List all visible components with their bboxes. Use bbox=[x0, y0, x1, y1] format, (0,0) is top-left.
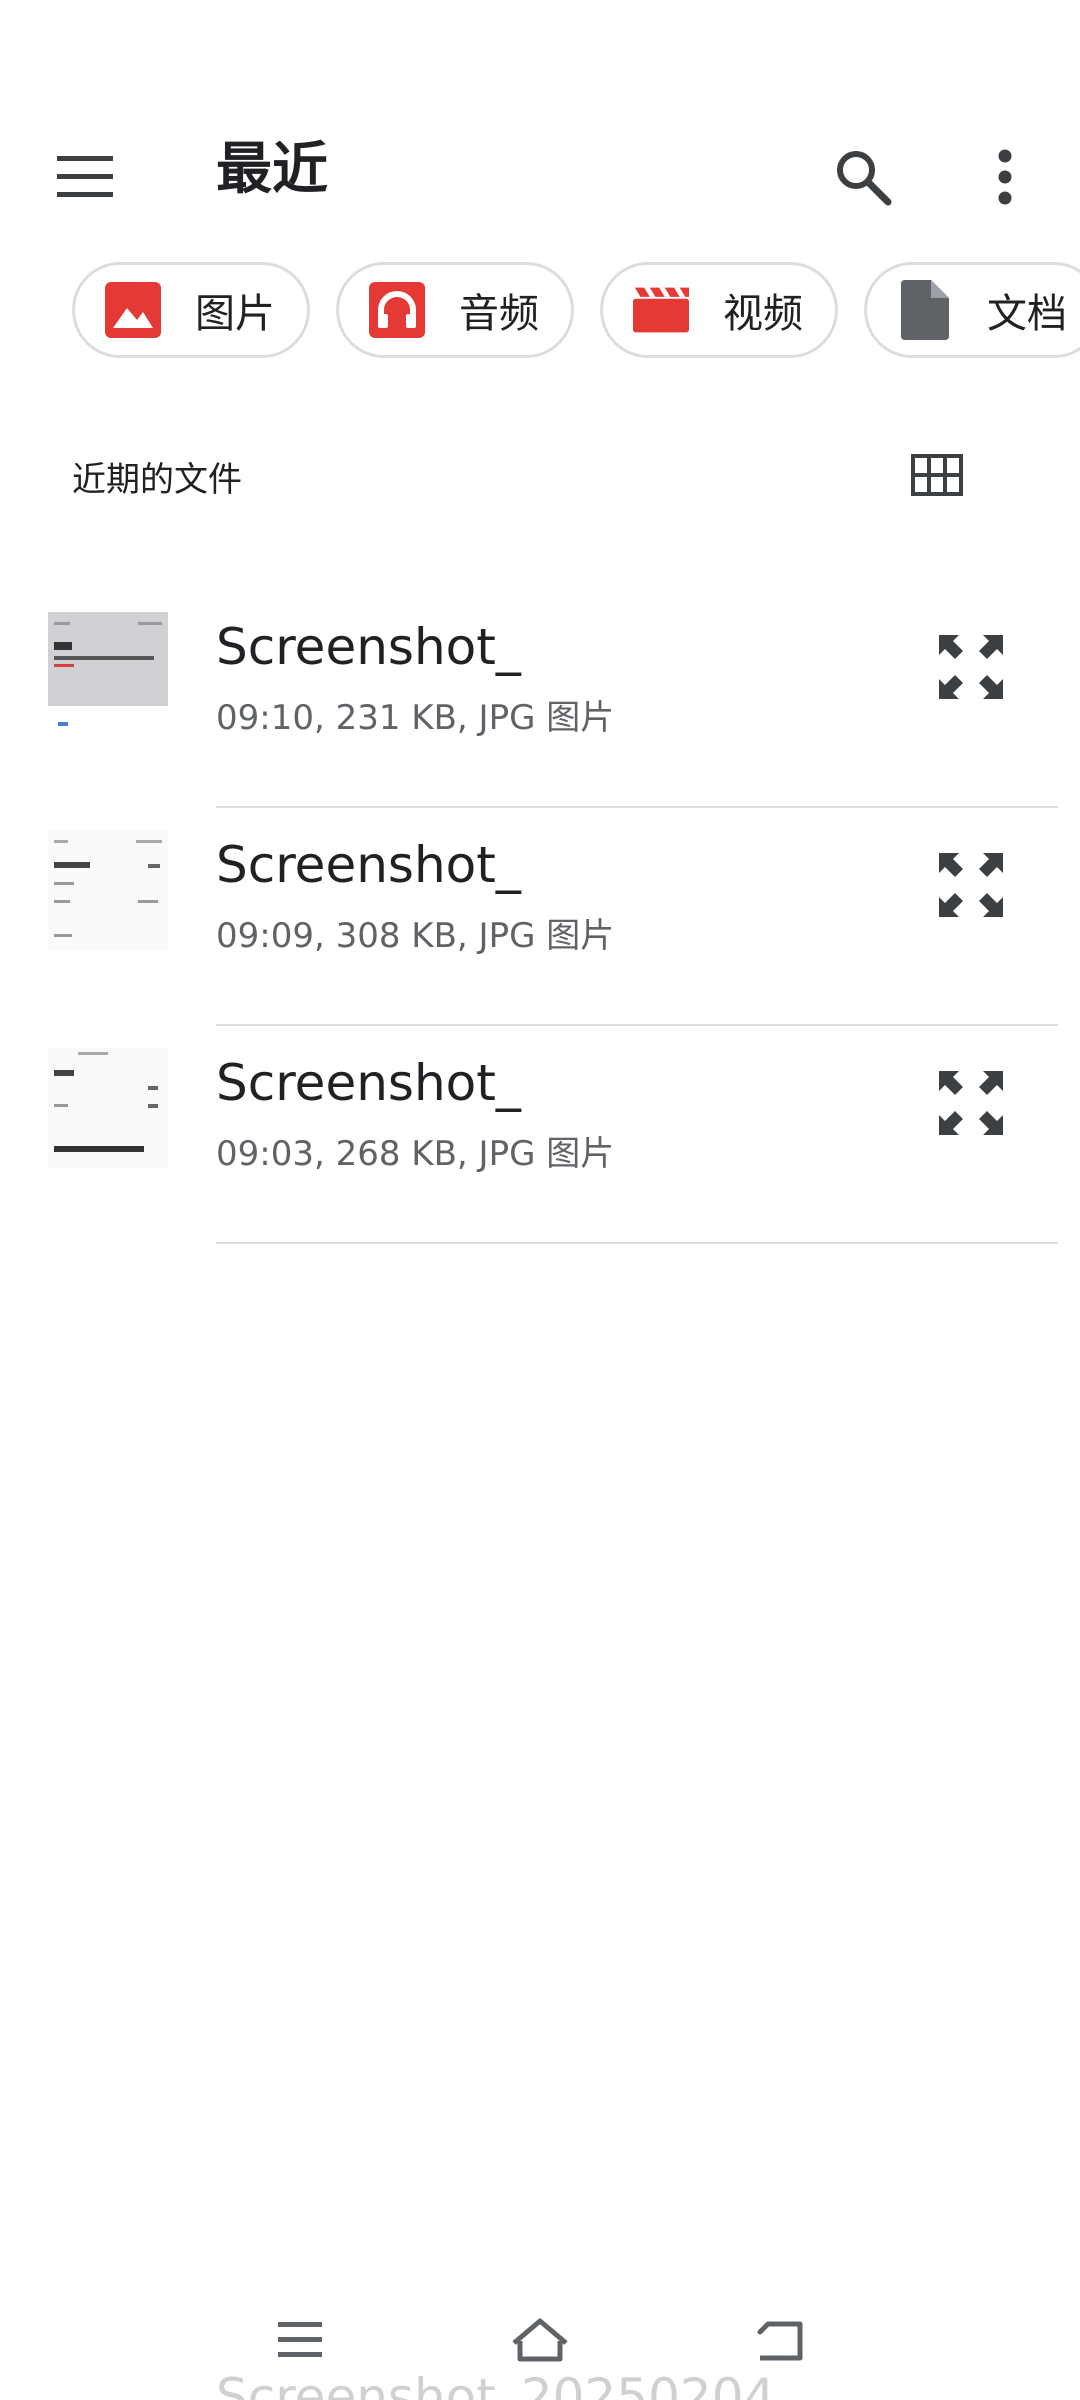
chip-label: 视频 bbox=[723, 291, 803, 337]
divider bbox=[216, 1242, 1058, 1244]
chip-label: 图片 bbox=[195, 291, 275, 337]
page: 最近 图片 音频 视频 文档 近期的文件 Screenshot_ 09:10, … bbox=[0, 0, 1080, 2400]
chip-video[interactable]: 视频 bbox=[600, 262, 838, 358]
file-meta: 09:03, 268 KB, JPG 图片 bbox=[216, 1134, 615, 1174]
hamburger-icon bbox=[57, 156, 113, 197]
home-nav-button[interactable] bbox=[485, 2290, 595, 2390]
category-chips: 图片 音频 视频 文档 bbox=[72, 262, 1080, 360]
chip-images[interactable]: 图片 bbox=[72, 262, 310, 358]
recents-icon bbox=[278, 2322, 322, 2357]
chip-label: 文档 bbox=[987, 291, 1067, 337]
headphones-icon bbox=[369, 282, 425, 338]
expand-button[interactable] bbox=[930, 626, 1012, 708]
image-icon bbox=[105, 282, 161, 338]
back-icon bbox=[757, 2321, 803, 2361]
chip-documents[interactable]: 文档 bbox=[864, 262, 1080, 358]
file-row[interactable]: Screenshot_ 09:09, 308 KB, JPG 图片 bbox=[0, 808, 1080, 1026]
expand-icon bbox=[939, 1071, 1003, 1135]
expand-button[interactable] bbox=[930, 844, 1012, 926]
expand-icon bbox=[939, 635, 1003, 699]
more-options-button[interactable] bbox=[960, 132, 1050, 222]
top-app-bar: 最近 bbox=[0, 110, 1080, 230]
grid-view-icon bbox=[911, 454, 963, 496]
file-list: Screenshot_ 09:10, 231 KB, JPG 图片 Screen… bbox=[0, 590, 1080, 1244]
file-thumbnail bbox=[48, 612, 168, 732]
file-meta: 09:09, 308 KB, JPG 图片 bbox=[216, 916, 615, 956]
system-navigation-bar bbox=[0, 2290, 1080, 2400]
file-row[interactable]: Screenshot_ 09:10, 231 KB, JPG 图片 bbox=[0, 590, 1080, 808]
file-name: Screenshot_ bbox=[216, 1054, 521, 1112]
recents-nav-button[interactable] bbox=[245, 2290, 355, 2390]
expand-button[interactable] bbox=[930, 1062, 1012, 1144]
grid-view-button[interactable] bbox=[902, 440, 972, 510]
expand-icon bbox=[939, 853, 1003, 917]
page-title: 最近 bbox=[216, 137, 328, 202]
menu-button[interactable] bbox=[40, 132, 130, 222]
file-name: Screenshot_ bbox=[216, 836, 521, 894]
home-icon bbox=[512, 2318, 568, 2362]
back-nav-button[interactable] bbox=[725, 2290, 835, 2390]
document-icon bbox=[897, 280, 953, 340]
video-icon bbox=[633, 282, 689, 338]
search-button[interactable] bbox=[818, 132, 908, 222]
recent-files-header: 近期的文件 bbox=[72, 440, 1012, 510]
search-icon bbox=[837, 151, 892, 206]
file-row[interactable]: Screenshot_ 09:03, 268 KB, JPG 图片 bbox=[0, 1026, 1080, 1244]
chip-label: 音频 bbox=[459, 291, 539, 337]
file-thumbnail bbox=[48, 830, 168, 950]
file-thumbnail bbox=[48, 1048, 168, 1168]
more-vert-icon bbox=[998, 149, 1012, 205]
file-name: Screenshot_ bbox=[216, 618, 521, 676]
chip-audio[interactable]: 音频 bbox=[336, 262, 574, 358]
section-title: 近期的文件 bbox=[72, 460, 242, 500]
file-meta: 09:10, 231 KB, JPG 图片 bbox=[216, 698, 615, 738]
